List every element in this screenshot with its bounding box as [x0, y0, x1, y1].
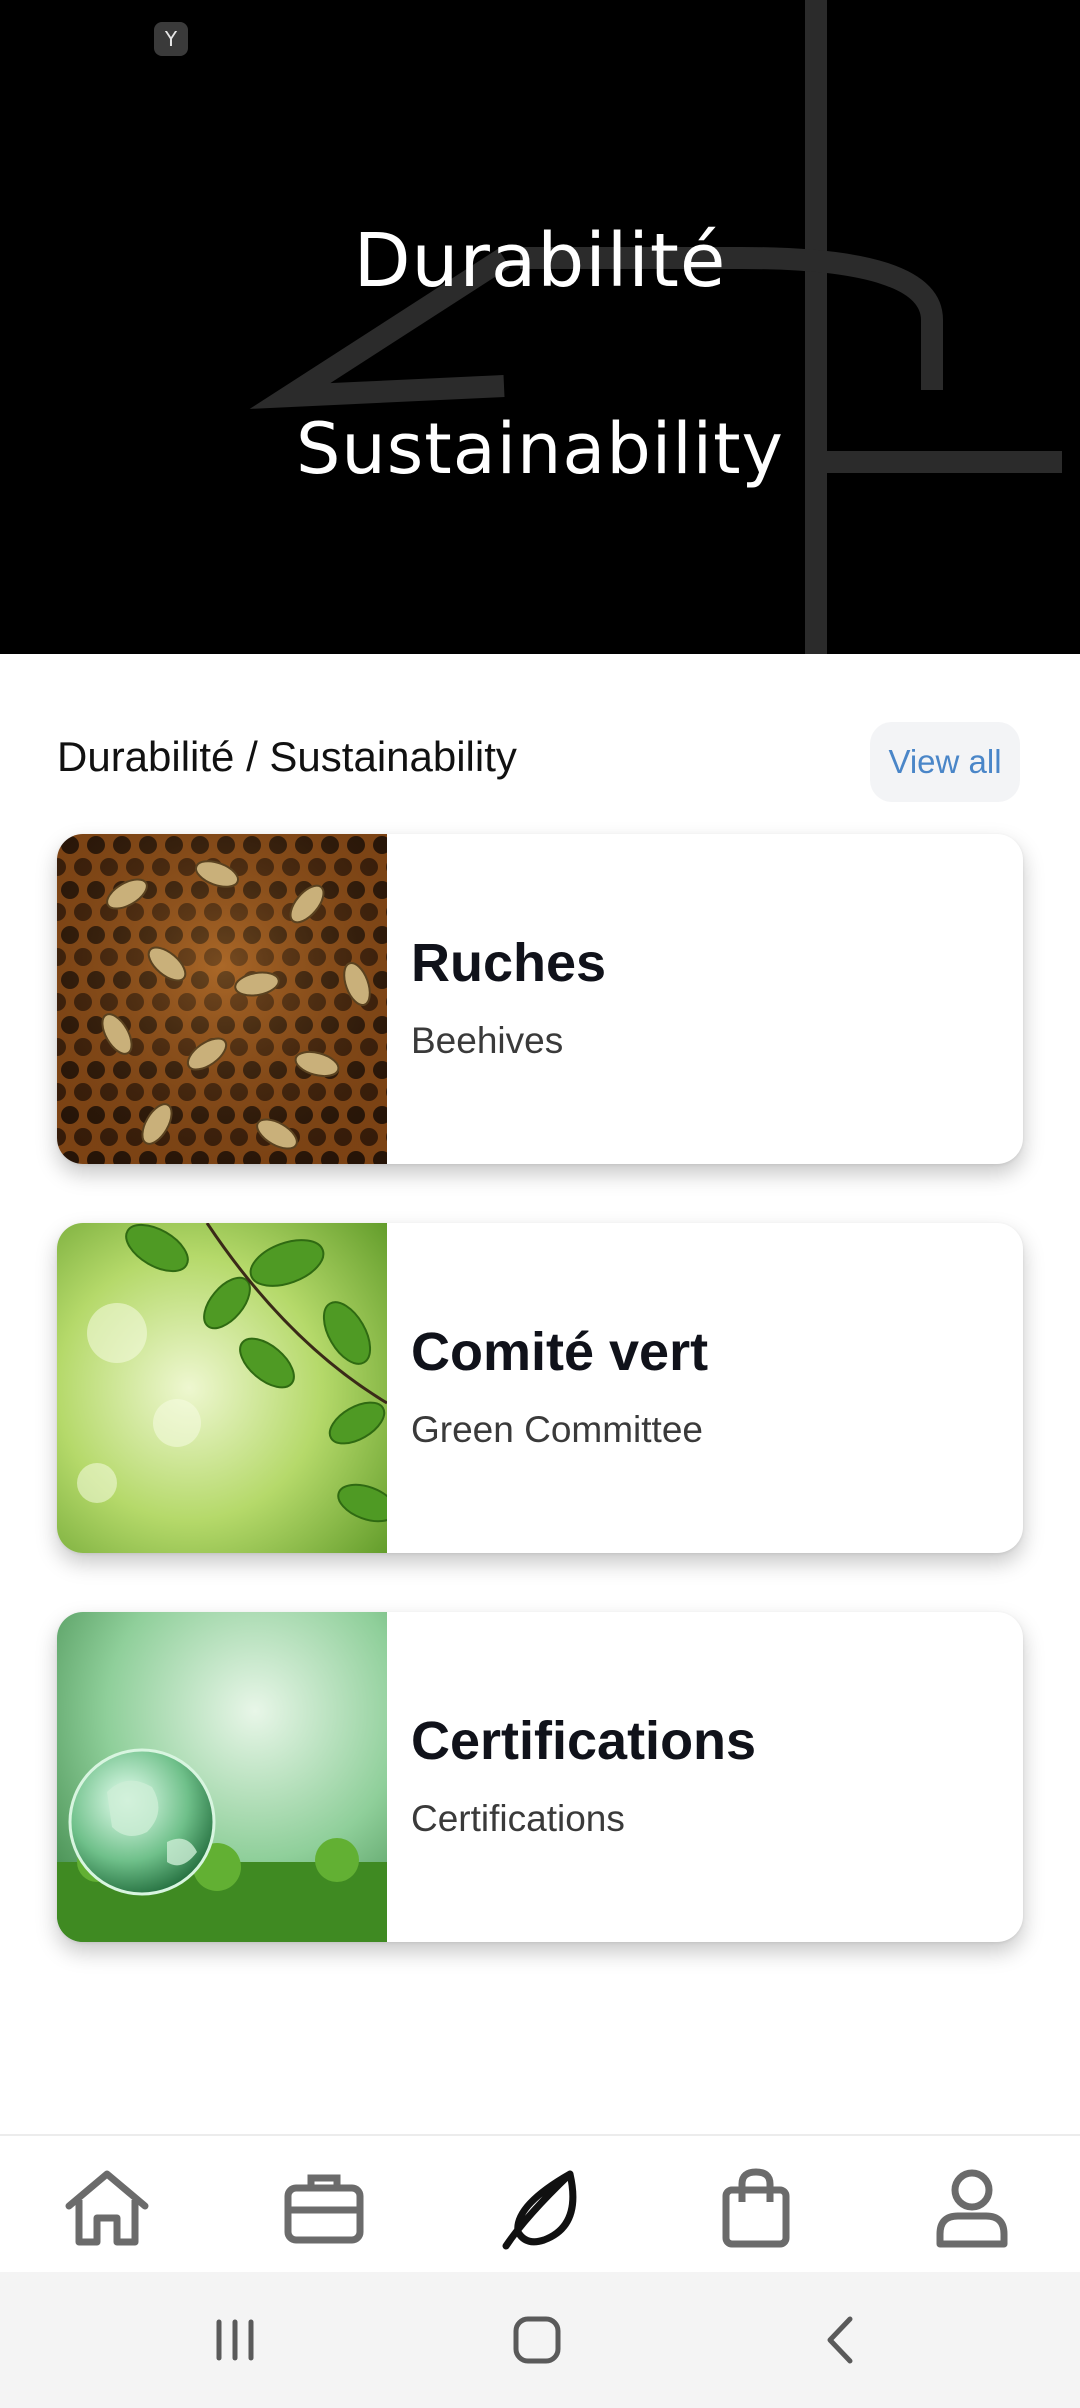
hero-banner: Y Durabilité Sustainability	[0, 0, 1080, 654]
recent-apps-button[interactable]	[190, 2300, 280, 2380]
hero-title-fr: Durabilité	[353, 218, 727, 304]
card-subtitle: Beehives	[411, 1020, 564, 1061]
card-certifications[interactable]: Certifications Certifications	[57, 1612, 1023, 1942]
nav-profile[interactable]	[922, 2158, 1022, 2258]
system-navigation-bar	[0, 2272, 1080, 2408]
nav-work[interactable]	[274, 2158, 374, 2258]
card-subtitle: Green Committee	[411, 1409, 703, 1450]
card-subtitle: Certifications	[411, 1798, 625, 1839]
recent-apps-icon	[216, 2319, 254, 2361]
profile-icon	[936, 2169, 1008, 2248]
section-title: Durabilité / Sustainability	[57, 733, 517, 780]
bottom-navigation	[0, 2134, 1080, 2274]
home-system-button[interactable]	[492, 2300, 582, 2380]
card-title: Comité vert	[411, 1322, 709, 1382]
briefcase-icon	[284, 2174, 364, 2244]
back-button[interactable]	[794, 2300, 884, 2380]
certifications-image	[57, 1612, 387, 1942]
hero-title-en: Sustainability	[296, 408, 784, 490]
card-beehives[interactable]: Ruches Beehives	[57, 834, 1023, 1164]
green-committee-image	[57, 1223, 387, 1553]
nav-shop[interactable]	[706, 2158, 806, 2258]
view-all-button[interactable]: View all	[870, 722, 1020, 802]
beehives-image	[57, 834, 387, 1164]
card-title: Certifications	[411, 1711, 757, 1771]
nav-sustainability[interactable]	[491, 2158, 591, 2258]
card-title: Ruches	[411, 933, 607, 993]
shopping-bag-icon	[722, 2168, 790, 2248]
home-icon	[65, 2170, 149, 2246]
brand-logo-watermark	[249, 0, 1062, 654]
nav-home[interactable]	[57, 2158, 157, 2258]
leaf-icon	[502, 2170, 577, 2250]
status-badge: Y	[154, 22, 188, 56]
card-green-committee[interactable]: Comité vert Green Committee	[57, 1223, 1023, 1553]
back-chevron-icon	[827, 2316, 853, 2364]
home-square-icon	[513, 2316, 561, 2364]
